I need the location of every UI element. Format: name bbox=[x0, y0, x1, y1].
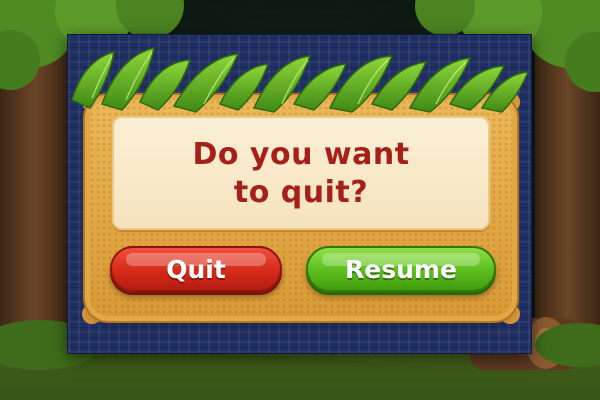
quit-button[interactable]: Quit bbox=[110, 246, 282, 292]
resume-button[interactable]: Resume bbox=[306, 246, 496, 292]
quit-button-label: Quit bbox=[166, 254, 226, 284]
leaf-decoration bbox=[71, 46, 530, 113]
game-scene: Do you want to quit? Quit Resume bbox=[0, 0, 600, 400]
resume-button-label: Resume bbox=[345, 254, 457, 284]
quit-prompt-text: Do you want to quit? bbox=[192, 137, 410, 210]
